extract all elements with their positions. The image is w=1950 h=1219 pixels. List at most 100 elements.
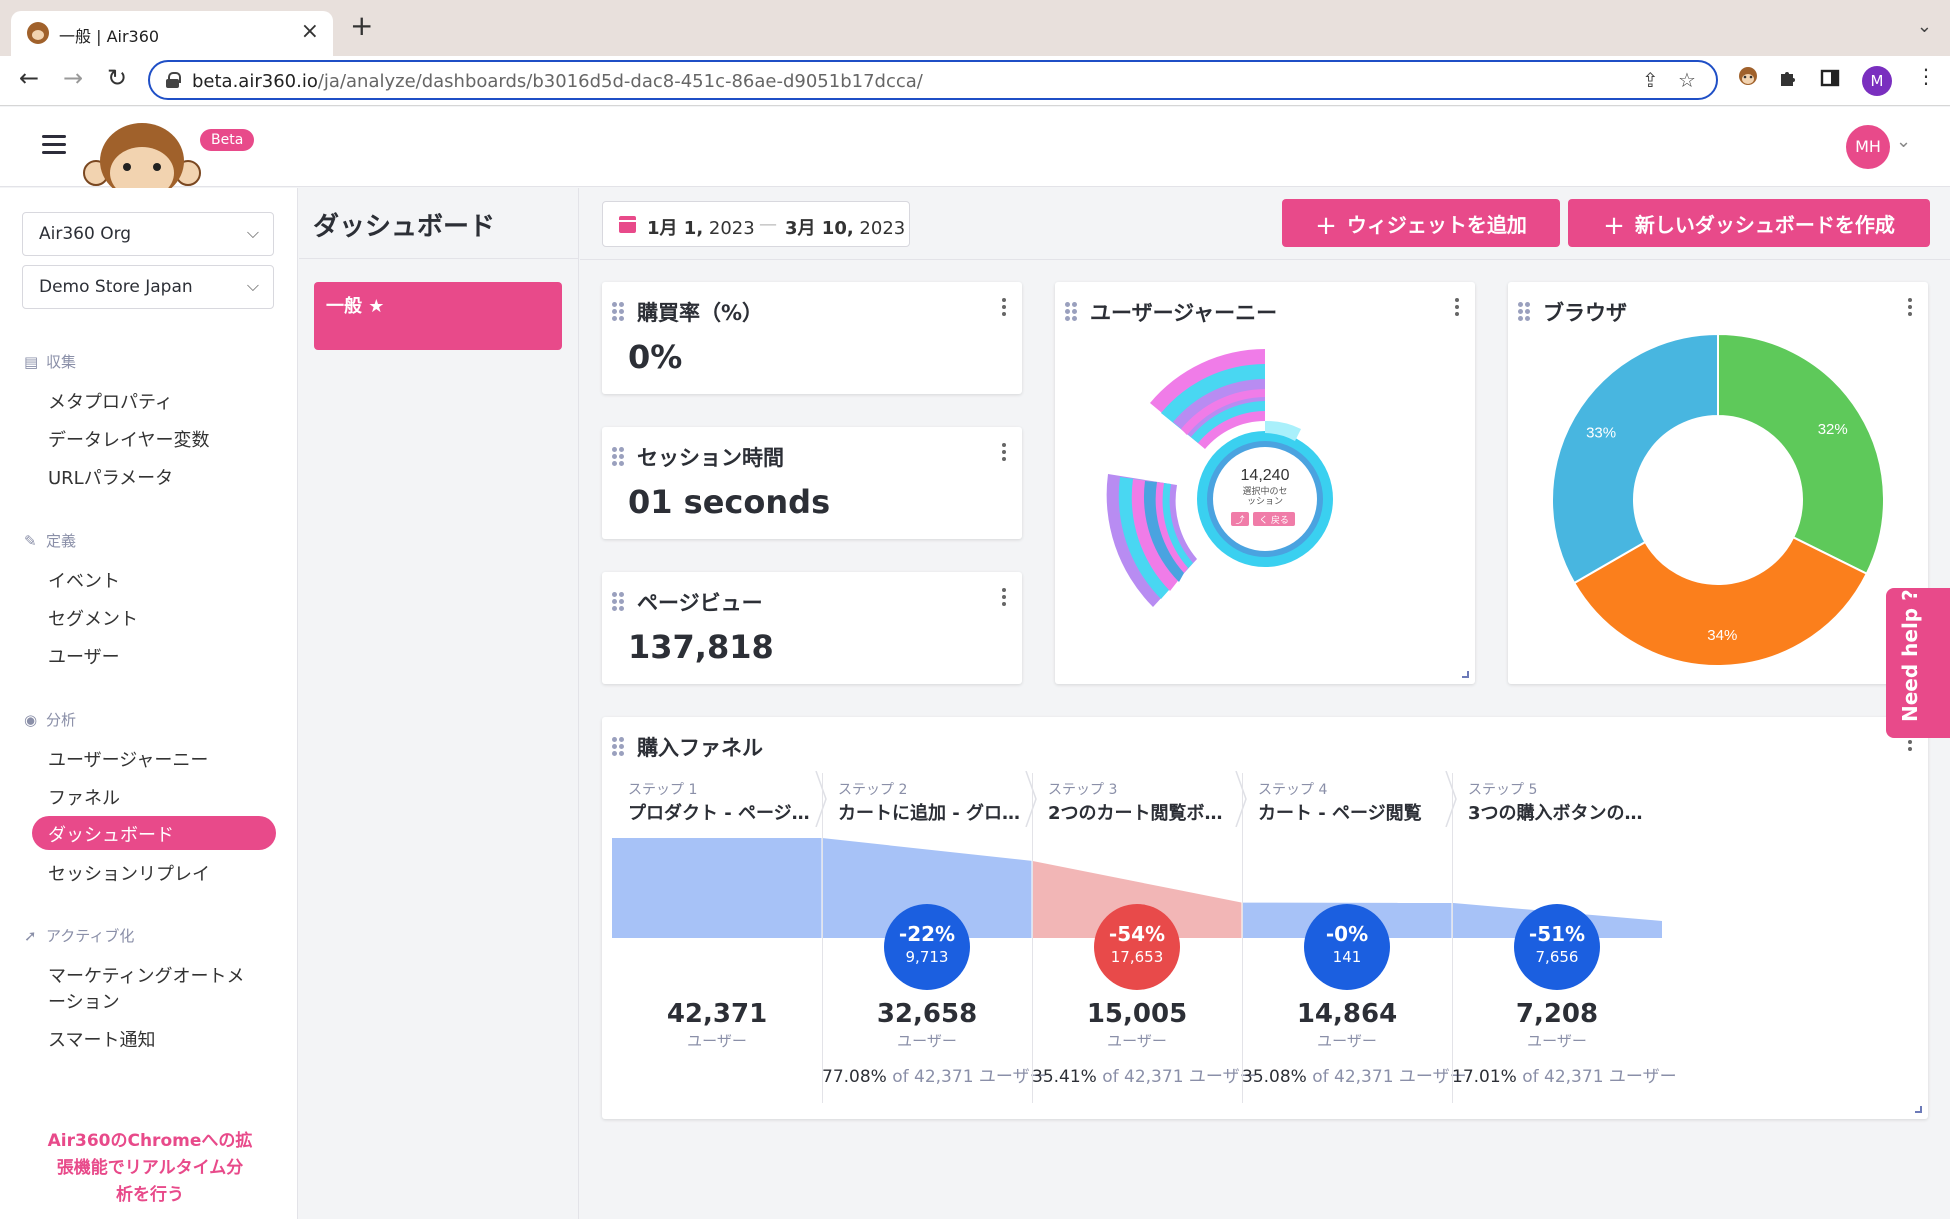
more-options-icon[interactable] [1002, 443, 1006, 463]
dropoff-badge[interactable]: -51% 7,656 [1514, 904, 1600, 990]
reload-icon[interactable]: ↻ [102, 64, 132, 92]
divider [1242, 773, 1243, 1103]
chrome-extension-promo-link[interactable]: Air360のChromeへの拡 張機能でリアルタイム分 析を行う [30, 1128, 270, 1209]
donut-slice[interactable] [1551, 332, 1719, 585]
section-activate: ➚ アクティブ化 [24, 927, 135, 945]
back-arrow-icon[interactable]: ← [14, 64, 44, 92]
side-panel-icon[interactable] [1820, 68, 1840, 93]
forward-arrow-icon[interactable]: → [58, 64, 88, 92]
store-select[interactable]: Demo Store Japan ⌵ [22, 265, 274, 309]
share-icon[interactable]: ⇪ [1642, 68, 1659, 92]
create-dashboard-button[interactable]: + 新しいダッシュボードを作成 [1568, 199, 1930, 247]
metric-value: 0% [628, 338, 683, 376]
funnel-step-header: ステップ 1 プロダクト - ページ閲覧 [612, 771, 827, 827]
beta-badge: Beta [200, 129, 255, 151]
add-widget-button[interactable]: + ウィジェットを追加 [1282, 199, 1560, 247]
step-user-count: 14,864 [1296, 999, 1398, 1029]
sidebar-item-meta-properties[interactable]: メタプロパティ [48, 388, 173, 414]
divider [1452, 773, 1453, 1103]
eye-icon: ◉ [24, 711, 38, 729]
funnel-step-header: ステップ 3 2つのカート閲覧ボタ... [1032, 771, 1247, 827]
chevron-down-icon[interactable]: ⌄ [1896, 131, 1911, 152]
step-user-unit: ユーザー [687, 1032, 747, 1050]
user-avatar[interactable]: MH [1846, 125, 1890, 169]
dropoff-count: 7,656 [1535, 948, 1579, 966]
funnel-steps-header: ステップ 1 プロダクト - ページ閲覧 ステップ 2 カートに追加 - グロー.… [612, 771, 1662, 827]
journey-center-label: 選択中のセ [1242, 485, 1287, 497]
chevron-down-icon: ⌵ [246, 223, 259, 242]
need-help-button[interactable]: Need help ? [1886, 588, 1950, 738]
dropoff-percent: -51% [1528, 922, 1586, 946]
resize-handle-icon[interactable] [1915, 1106, 1922, 1113]
tab-title: 一般 | Air360 [59, 27, 160, 46]
sidebar-item-user-journey[interactable]: ユーザージャーニー [48, 746, 208, 772]
card-title: セッション時間 [637, 446, 784, 470]
divider [1032, 773, 1033, 1103]
journey-back-label: く 戻る [1259, 514, 1289, 526]
address-bar[interactable]: beta.air360.io/ja/analyze/dashboards/b30… [148, 60, 1718, 100]
sidebar-item-session-replay[interactable]: セッションリプレイ [48, 860, 210, 886]
sidebar-item-url-params[interactable]: URLパラメータ [48, 464, 173, 490]
journey-center-value: 14,240 [1241, 467, 1290, 484]
step-number: ステップ 5 [1468, 782, 1538, 798]
funnel-chart[interactable] [612, 838, 1938, 958]
sidebar-item-events[interactable]: イベント [48, 567, 120, 593]
resize-handle-icon[interactable] [1462, 671, 1469, 678]
more-options-icon[interactable] [1002, 588, 1006, 608]
browser-menu-icon[interactable]: ⋮ [1916, 64, 1936, 88]
org-select[interactable]: Air360 Org ⌵ [22, 212, 274, 256]
drag-handle-icon[interactable] [612, 592, 624, 611]
sidebar-item-funnel[interactable]: ファネル [48, 784, 120, 810]
drag-handle-icon[interactable] [612, 302, 624, 321]
step-user-unit: ユーザー [1317, 1032, 1377, 1050]
journey-sunburst-chart[interactable]: 14,240 選択中のセ ッション ⤴ く 戻る [1055, 282, 1475, 684]
new-tab-button[interactable]: + [350, 12, 373, 40]
metric-value: 137,818 [628, 628, 774, 666]
air360-extension-icon[interactable] [1737, 66, 1759, 95]
drag-handle-icon[interactable] [612, 447, 624, 466]
funnel-bar[interactable] [612, 838, 822, 938]
sidebar-item-datalayer-vars[interactable]: データレイヤー変数 [48, 426, 209, 452]
tab-search-chevron-icon[interactable]: ⌄ [1917, 16, 1932, 37]
step-user-count: 42,371 [666, 999, 768, 1029]
sidebar-item-users[interactable]: ユーザー [48, 643, 120, 669]
sidebar-item-segments[interactable]: セグメント [48, 605, 138, 631]
step-name: カートに追加 - グロー... [838, 803, 1028, 824]
dashboard-tab-general[interactable]: 一般 ★ [314, 282, 562, 350]
date-range-picker[interactable]: 1月 1, 2023 — 3月 10, 2023 [602, 201, 910, 247]
dropoff-badge[interactable]: -22% 9,713 [884, 904, 970, 990]
lock-icon[interactable] [166, 72, 181, 88]
drag-handle-icon[interactable] [612, 737, 624, 756]
browser-tab[interactable]: 一般 | Air360 × [11, 11, 333, 56]
calendar-icon [619, 216, 636, 233]
donut-slice[interactable] [1717, 332, 1885, 576]
sidebar-item-smart-notifications[interactable]: スマート通知 [48, 1026, 155, 1052]
plus-icon: + [1315, 211, 1337, 241]
close-tab-icon[interactable]: × [301, 19, 319, 44]
browser-toolbar: ← → ↻ beta.air360.io/ja/analyze/dashboar… [0, 56, 1950, 106]
dropoff-badge[interactable]: -0% 141 [1304, 904, 1390, 990]
browser-profile-avatar[interactable]: M [1862, 66, 1892, 96]
date-end[interactable]: 3月 10, 2023 [785, 214, 905, 240]
divider [822, 773, 823, 1103]
step-number: ステップ 4 [1258, 782, 1328, 798]
url-text[interactable]: beta.air360.io/ja/analyze/dashboards/b30… [192, 71, 923, 92]
step-conversion: 35.41% of 42,371 ユーザー [1032, 1067, 1257, 1087]
chevron-down-icon: ⌵ [246, 276, 259, 295]
bookmark-star-icon[interactable]: ☆ [1678, 68, 1696, 92]
dropoff-count: 9,713 [905, 948, 949, 966]
extensions-puzzle-icon[interactable] [1778, 68, 1798, 93]
divider [299, 258, 579, 259]
browser-donut-chart[interactable]: 32% 34% 33% [1508, 282, 1928, 684]
dropoff-badge[interactable]: -54% 17,653 [1094, 904, 1180, 990]
more-options-icon[interactable] [1002, 298, 1006, 318]
hamburger-menu-icon[interactable] [42, 135, 66, 155]
date-start[interactable]: 1月 1, 2023 [647, 214, 755, 240]
session-time-card: セッション時間 01 seconds [602, 427, 1022, 539]
card-title: 購入ファネル [637, 736, 763, 760]
sidebar-item-dashboard[interactable]: ダッシュボード [32, 816, 276, 850]
donut-slice-label: 34% [1707, 627, 1737, 644]
date-separator: — [759, 214, 777, 235]
edit-icon: ✎ [24, 532, 37, 550]
sidebar-item-marketing-automation[interactable]: マーケティングオートメ ーション [48, 962, 245, 1014]
